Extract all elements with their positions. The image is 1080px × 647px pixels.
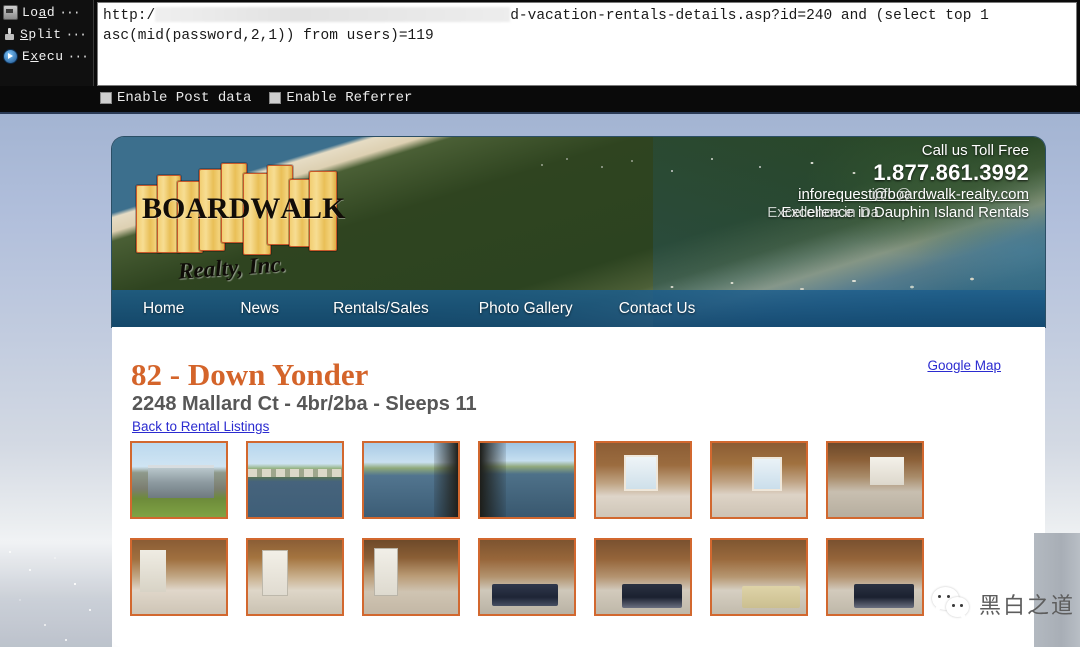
thumbnail-image: [132, 540, 226, 614]
execute-icon: [3, 49, 18, 64]
site-tagline-ghost: Excellence in Da: [767, 204, 879, 222]
checkbox-square-icon: [100, 92, 112, 104]
load-button-label: Load: [22, 5, 56, 20]
nav-item-news[interactable]: News: [240, 300, 279, 318]
split-icon: [3, 28, 16, 41]
thumbnail-image: [712, 443, 806, 517]
thumb-canal-dock-1[interactable]: [362, 441, 460, 519]
thumb-bedroom-3[interactable]: [826, 538, 924, 616]
thumbnail-image: [828, 443, 922, 517]
thumbnail-image: [480, 540, 574, 614]
thumb-exterior-stairs[interactable]: [130, 441, 228, 519]
contact-block: Call us Toll Free 1.877.861.3992 info@ i…: [767, 142, 1029, 222]
logo-letter: R: [207, 192, 229, 225]
boardwalk-realty-site: B O A R D W A L K Realty, Inc. Call us T…: [112, 137, 1045, 647]
enable-referrer-label: Enable Referrer: [286, 90, 413, 106]
thumbnail-image: [480, 443, 574, 517]
listing-subtitle: 2248 Mallard Ct - 4br/2ba - Sleeps 11: [132, 393, 477, 415]
enable-post-data-label: Enable Post data: [117, 90, 252, 106]
logo-letter: A: [280, 192, 303, 225]
logo-letter: A: [185, 192, 208, 225]
load-button[interactable]: Load ···: [3, 3, 93, 22]
main-navigation: Home News Rentals/Sales Photo Gallery Co…: [112, 290, 1045, 327]
thumb-living-room-2[interactable]: [710, 441, 808, 519]
url-line-2: asc(mid(password,2,1)) from users)=119: [103, 28, 434, 44]
beach-foam-background: [0, 540, 112, 647]
split-button-label: Split: [20, 27, 62, 42]
split-button[interactable]: Split ···: [3, 25, 93, 44]
site-tagline: Excellence in Da Excellence in Dauphin I…: [767, 204, 1029, 222]
wechat-icon: [931, 587, 972, 621]
execute-button[interactable]: Execu ···: [3, 47, 93, 66]
sql-tool-window: Load ··· Split ··· Execu ··· http:/ d-vac…: [0, 0, 1080, 114]
load-button-dots: ···: [59, 5, 80, 20]
logo-letter: L: [302, 192, 323, 225]
thumbnail-image: [364, 540, 458, 614]
url-textarea[interactable]: http:/ d-vacation-rentals-details.asp?id=…: [97, 2, 1077, 86]
thumbnail-image: [364, 443, 458, 517]
thumb-bedroom-1[interactable]: [478, 538, 576, 616]
site-banner: B O A R D W A L K Realty, Inc. Call us T…: [112, 137, 1045, 327]
thumbnail-image: [248, 540, 342, 614]
thumb-bedroom-dresser[interactable]: [710, 538, 808, 616]
thumb-canal-view[interactable]: [246, 441, 344, 519]
url-line-1-prefix: http:/: [103, 8, 156, 24]
tool-sidebar: Load ··· Split ··· Execu ···: [0, 0, 94, 86]
watermark: 黑白之道: [931, 587, 1075, 621]
checkbox-square-icon: [269, 92, 282, 104]
split-button-dots: ···: [65, 27, 87, 42]
thumbnail-image: [248, 443, 342, 517]
contact-email-text: inforequest@boardwalk-realty.com: [798, 186, 1029, 204]
thumb-canal-dock-2[interactable]: [478, 441, 576, 519]
boardwalk-logo[interactable]: B O A R D W A L K Realty, Inc.: [136, 163, 351, 298]
thumb-living-room-1[interactable]: [594, 441, 692, 519]
nav-item-home[interactable]: Home: [143, 300, 184, 318]
contact-email[interactable]: info@ inforequest@boardwalk-realty.com: [781, 187, 1029, 204]
enable-post-data-checkbox[interactable]: Enable Post data: [100, 90, 251, 106]
phone-number: 1.877.861.3992: [873, 159, 1029, 185]
logo-letter: B: [142, 192, 163, 225]
toll-free-label: Call us Toll Free: [921, 142, 1029, 159]
thumb-den-kitchen[interactable]: [826, 441, 924, 519]
execute-button-dots: ···: [67, 49, 89, 64]
thumbnail-image: [596, 443, 690, 517]
enable-referrer-checkbox[interactable]: Enable Referrer: [269, 90, 412, 106]
thumb-kitchen-fridge[interactable]: [362, 538, 460, 616]
logo-tagline: Realty, Inc.: [177, 251, 288, 284]
url-line-1-suffix: d-vacation-rentals-details.asp?id=240 an…: [510, 8, 989, 24]
nav-item-photo-gallery[interactable]: Photo Gallery: [479, 300, 573, 318]
listing-content: Google Map 82 - Down Yonder 2248 Mallard…: [112, 327, 1045, 647]
contact-email-ghost: info@: [871, 186, 911, 204]
logo-letter: W: [250, 192, 281, 225]
thumbnail-image: [828, 540, 922, 614]
thumb-bedroom-living[interactable]: [130, 538, 228, 616]
logo-letter: K: [322, 192, 346, 225]
nav-item-rentals-sales[interactable]: Rentals/Sales: [333, 300, 429, 318]
printer-icon: [3, 5, 18, 20]
watermark-text: 黑白之道: [978, 594, 1075, 619]
google-map-link[interactable]: Google Map: [927, 358, 1001, 373]
thumb-bedroom-2[interactable]: [594, 538, 692, 616]
logo-wordmark: B O A R D W A L K: [136, 163, 351, 255]
page-title: 82 - Down Yonder: [131, 357, 369, 392]
back-to-rental-listings-link[interactable]: Back to Rental Listings: [132, 419, 269, 434]
logo-letter: D: [228, 192, 251, 225]
logo-letter: O: [162, 192, 186, 225]
nav-item-contact-us[interactable]: Contact Us: [619, 300, 696, 318]
thumbnail-image: [132, 443, 226, 517]
thumbnail-image: [712, 540, 806, 614]
thumbnail-image: [596, 540, 690, 614]
url-redacted-segment: [155, 7, 511, 22]
execute-button-label: Execu: [22, 49, 64, 64]
tool-checkbox-row: Enable Post data Enable Referrer: [100, 90, 412, 106]
thumb-kitchen-bar[interactable]: [246, 538, 344, 616]
url-line-1: http:/ d-vacation-rentals-details.asp?id=…: [98, 3, 1076, 26]
thumbnail-gallery: [130, 441, 1030, 616]
